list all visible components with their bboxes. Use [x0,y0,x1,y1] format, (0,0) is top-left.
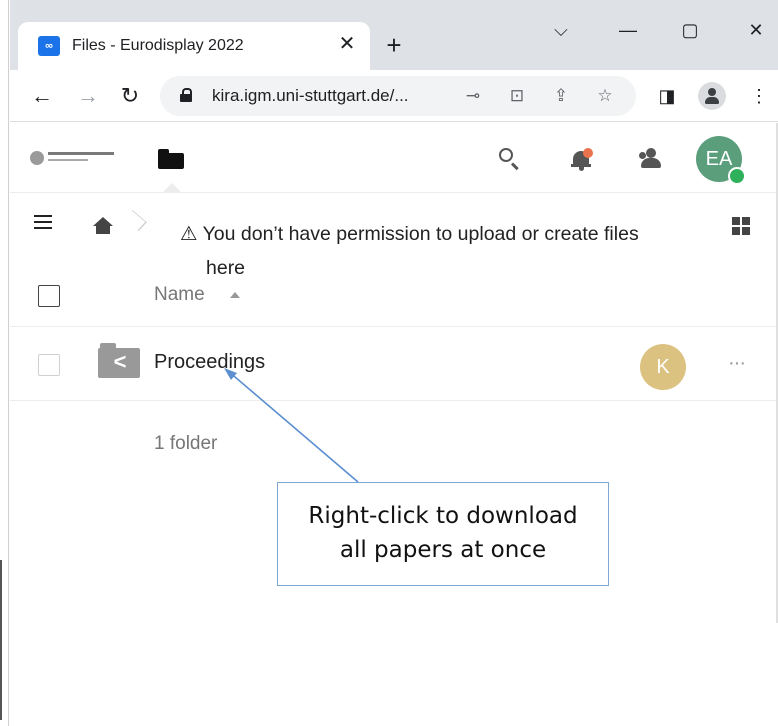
search-icon[interactable] [496,145,524,173]
table-row[interactable]: < Proceedings K ··· [10,329,776,401]
owner-avatar[interactable]: K [640,344,686,390]
back-icon[interactable]: ← [28,82,56,110]
left-edge [0,0,10,726]
browser-toolbar: ← → ↻ kira.igm.uni-stuttgart.de/... ⊸ ⊡ … [10,70,778,122]
files-icon[interactable] [158,149,184,169]
nextcloud-icon: ∞ [38,36,60,56]
share-icon[interactable]: ⇪ [550,86,572,106]
minimize-button[interactable]: — [614,20,642,41]
breadcrumb-separator [128,209,148,245]
new-tab-button[interactable]: + [382,32,406,58]
callout-line2: all papers at once [339,537,547,563]
annotation-callout: Right-click to download all papers at on… [277,482,609,586]
profile-icon[interactable] [698,82,726,110]
select-all-checkbox[interactable] [38,285,60,307]
address-bar[interactable]: kira.igm.uni-stuttgart.de/... ⊸ ⊡ ⇪ ☆ [160,76,636,116]
sort-ascending-icon[interactable] [230,292,240,298]
warning-text-line1: You don’t have permission to upload or c… [202,223,639,245]
tab-close-button[interactable]: ✕ [336,33,358,55]
nextcloud-page: EA ⚠ You don’t have permission to upload… [10,123,778,726]
star-icon[interactable]: ☆ [594,86,616,106]
active-app-indicator [162,183,182,193]
key-icon[interactable]: ⊸ [462,86,484,106]
shared-folder-icon[interactable]: < [98,343,140,379]
side-panel-icon[interactable]: ◨ [654,82,680,110]
callout-line1: Right-click to download [308,503,578,529]
lock-icon[interactable] [180,88,192,102]
maximize-button[interactable]: ▢ [676,20,704,41]
file-name[interactable]: Proceedings [154,351,265,374]
online-status-badge [728,167,746,185]
name-column-header[interactable]: Name [154,284,205,306]
contacts-icon[interactable] [636,145,664,173]
grid-view-icon[interactable] [732,217,750,235]
browser-window: ∞ Files - Eurodisplay 2022 ✕ + ⌵ — ▢ ✕ ←… [10,0,778,726]
files-table-header: Name [10,273,776,327]
tab-strip: ∞ Files - Eurodisplay 2022 ✕ + ⌵ — ▢ ✕ [10,0,778,70]
url-text[interactable]: kira.igm.uni-stuttgart.de/... [212,86,409,106]
warning-icon: ⚠ [180,223,198,245]
folder-summary: 1 folder [154,433,218,454]
app-header: EA [10,123,776,193]
translate-icon[interactable]: ⊡ [506,86,528,106]
reload-icon[interactable]: ↻ [116,82,144,110]
breadcrumb: ⚠ You don’t have permission to upload or… [10,203,776,279]
university-of-stuttgart-logo[interactable] [30,149,118,167]
home-icon[interactable] [92,217,114,235]
browser-tab[interactable]: ∞ Files - Eurodisplay 2022 ✕ [18,22,370,70]
hamburger-menu-icon[interactable] [34,215,52,229]
notifications-icon[interactable] [568,145,596,173]
forward-icon[interactable]: → [74,82,102,110]
tab-title: Files - Eurodisplay 2022 [72,37,244,54]
menu-icon[interactable]: ⋮ [746,82,772,110]
close-window-button[interactable]: ✕ [742,20,770,41]
tab-search-button[interactable]: ⌵ [547,20,575,41]
row-checkbox[interactable] [38,354,60,376]
more-actions-icon[interactable]: ··· [728,353,746,373]
